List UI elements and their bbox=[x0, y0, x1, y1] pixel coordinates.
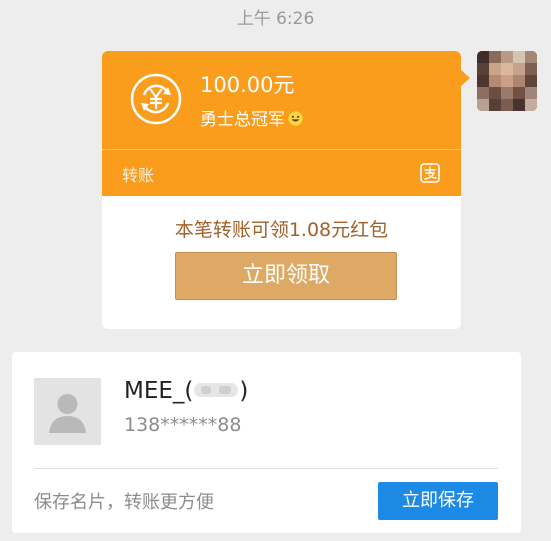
transfer-message-card[interactable]: 100.00元 勇士总冠军 转账 本笔转账可领1.08元红包 立即领取 bbox=[102, 51, 461, 329]
transfer-remark: 勇士总冠军 bbox=[200, 105, 304, 130]
contact-name-suffix: ) bbox=[239, 378, 249, 404]
default-person-icon bbox=[34, 378, 101, 445]
sender-avatar[interactable] bbox=[477, 51, 537, 111]
redacted-name-blur bbox=[194, 383, 239, 397]
redpacket-offer-text: 本笔转账可领1.08元红包 bbox=[174, 219, 389, 241]
transfer-remark-text: 勇士总冠军 bbox=[200, 110, 285, 130]
save-contact-tip: 保存名片，转账更方便 bbox=[34, 492, 214, 513]
save-contact-button[interactable]: 立即保存 bbox=[378, 482, 498, 520]
message-timestamp: 上午 6:26 bbox=[236, 9, 315, 29]
claim-redpacket-button[interactable]: 立即领取 bbox=[175, 252, 397, 300]
contact-card-divider bbox=[34, 468, 498, 469]
pixelated-avatar-image bbox=[477, 51, 537, 111]
transfer-card-header: 100.00元 勇士总冠军 转账 bbox=[102, 51, 461, 196]
yuan-exchange-icon bbox=[130, 73, 182, 125]
contact-phone: 138******88 bbox=[124, 414, 242, 436]
alipay-icon bbox=[420, 163, 440, 183]
transfer-amount: 100.00元 bbox=[200, 73, 295, 97]
transfer-type-label: 转账 bbox=[122, 166, 155, 185]
contact-name: MEE_( ) bbox=[124, 378, 248, 404]
grin-emoji-icon bbox=[287, 110, 304, 127]
transfer-header-divider bbox=[102, 149, 461, 150]
contact-card[interactable]: MEE_( ) 138******88 保存名片，转账更方便 立即保存 bbox=[12, 352, 521, 533]
bubble-tail bbox=[461, 70, 470, 86]
contact-name-text: MEE_( bbox=[124, 378, 194, 404]
